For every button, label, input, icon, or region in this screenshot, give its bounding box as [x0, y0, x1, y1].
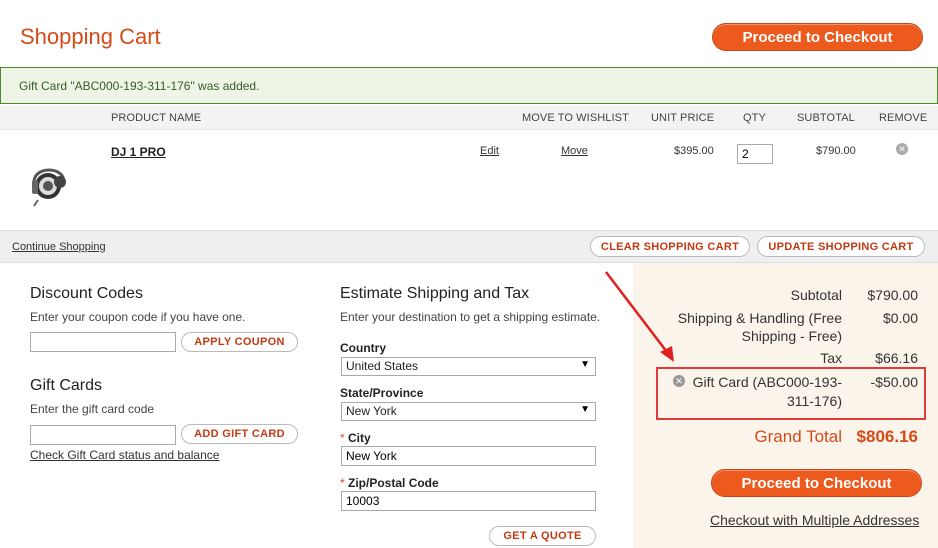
gift-cards-title: Gift Cards	[30, 377, 103, 394]
subtotal-label: Subtotal	[790, 287, 842, 303]
state-label: State/Province	[340, 386, 424, 400]
discount-codes-title: Discount Codes	[30, 285, 143, 302]
chevron-down-icon: ▼	[580, 404, 590, 415]
city-input[interactable]	[341, 446, 596, 466]
success-message-text: Gift Card "ABC000-193-311-176" was added…	[19, 78, 260, 93]
column-product-name: PRODUCT NAME	[111, 112, 202, 124]
qty-input[interactable]	[737, 144, 773, 164]
annotation-arrow-icon	[605, 271, 674, 362]
shipping-label-line2: Shipping - Free)	[741, 328, 842, 344]
cart-actions-bar: Continue Shopping CLEAR SHOPPING CART UP…	[0, 230, 938, 263]
remove-gift-card-icon[interactable]: ✕	[673, 375, 685, 387]
required-mark: *	[340, 476, 345, 490]
gift-cards-desc: Enter the gift card code	[30, 402, 155, 416]
zip-label: * Zip/Postal Code	[340, 476, 439, 490]
remove-item-icon[interactable]: ✕	[896, 143, 908, 155]
estimate-shipping-title: Estimate Shipping and Tax	[340, 285, 530, 302]
column-move-to-wishlist: MOVE TO WISHLIST	[522, 112, 629, 124]
move-to-wishlist-link[interactable]: Move	[561, 145, 588, 157]
headphones-icon[interactable]	[26, 156, 72, 208]
estimate-shipping-desc: Enter your destination to get a shipping…	[340, 310, 601, 324]
country-select-value: United States	[346, 359, 419, 373]
get-a-quote-button[interactable]: GET A QUOTE	[489, 526, 596, 546]
edit-link[interactable]: Edit	[480, 145, 499, 157]
column-remove: REMOVE	[879, 112, 928, 124]
city-label: * City	[340, 431, 371, 445]
check-gift-card-link[interactable]: Check Gift Card status and balance	[30, 448, 219, 462]
coupon-code-input[interactable]	[30, 332, 176, 352]
table-row: DJ 1 PRO Edit Move $395.00 $790.00 ✕	[0, 131, 938, 230]
gift-card-value: -$50.00	[870, 374, 918, 390]
shipping-value: $0.00	[882, 310, 918, 326]
add-gift-card-button[interactable]: ADD GIFT CARD	[181, 424, 298, 444]
zip-input[interactable]	[341, 491, 596, 511]
tax-value: $66.16	[875, 350, 918, 366]
grand-total-label: Grand Total	[754, 427, 842, 446]
chevron-down-icon: ▼	[580, 359, 590, 370]
state-select-value: New York	[346, 404, 397, 418]
column-unit-price: UNIT PRICE	[651, 112, 715, 124]
grand-total-value: $806.16	[856, 427, 918, 446]
city-label-text: City	[348, 431, 371, 445]
page-title: Shopping Cart	[20, 24, 161, 49]
country-label: Country	[340, 341, 386, 355]
checkout-multiple-addresses-link[interactable]: Checkout with Multiple Addresses	[710, 512, 919, 528]
subtotal-value: $790.00	[867, 287, 918, 303]
country-select[interactable]: United States ▼	[341, 357, 596, 376]
discount-codes-desc: Enter your coupon code if you have one.	[30, 310, 246, 324]
clear-shopping-cart-button[interactable]: CLEAR SHOPPING CART	[590, 236, 750, 257]
proceed-to-checkout-button-top[interactable]: Proceed to Checkout	[712, 23, 923, 51]
tax-label: Tax	[820, 350, 842, 366]
proceed-to-checkout-button-bottom[interactable]: Proceed to Checkout	[711, 469, 922, 497]
column-subtotal: SUBTOTAL	[797, 112, 855, 124]
apply-coupon-button[interactable]: APPLY COUPON	[181, 332, 298, 352]
required-mark: *	[340, 431, 345, 445]
item-subtotal: $790.00	[816, 145, 856, 157]
update-shopping-cart-button[interactable]: UPDATE SHOPPING CART	[757, 236, 925, 257]
cart-table-header: PRODUCT NAME MOVE TO WISHLIST UNIT PRICE…	[0, 106, 938, 130]
state-select[interactable]: New York ▼	[341, 402, 596, 421]
continue-shopping-link[interactable]: Continue Shopping	[12, 241, 106, 253]
success-message: Gift Card "ABC000-193-311-176" was added…	[0, 67, 938, 104]
column-qty: QTY	[743, 112, 766, 124]
unit-price: $395.00	[674, 145, 714, 157]
shipping-label-line1: Shipping & Handling (Free	[677, 310, 842, 326]
gift-card-code-input[interactable]	[30, 425, 176, 445]
gift-card-label-line2: 311-176)	[786, 393, 842, 409]
zip-label-text: Zip/Postal Code	[348, 476, 439, 490]
product-name-link[interactable]: DJ 1 PRO	[111, 145, 166, 159]
gift-card-label-line1: Gift Card (ABC000-193-	[692, 374, 842, 390]
